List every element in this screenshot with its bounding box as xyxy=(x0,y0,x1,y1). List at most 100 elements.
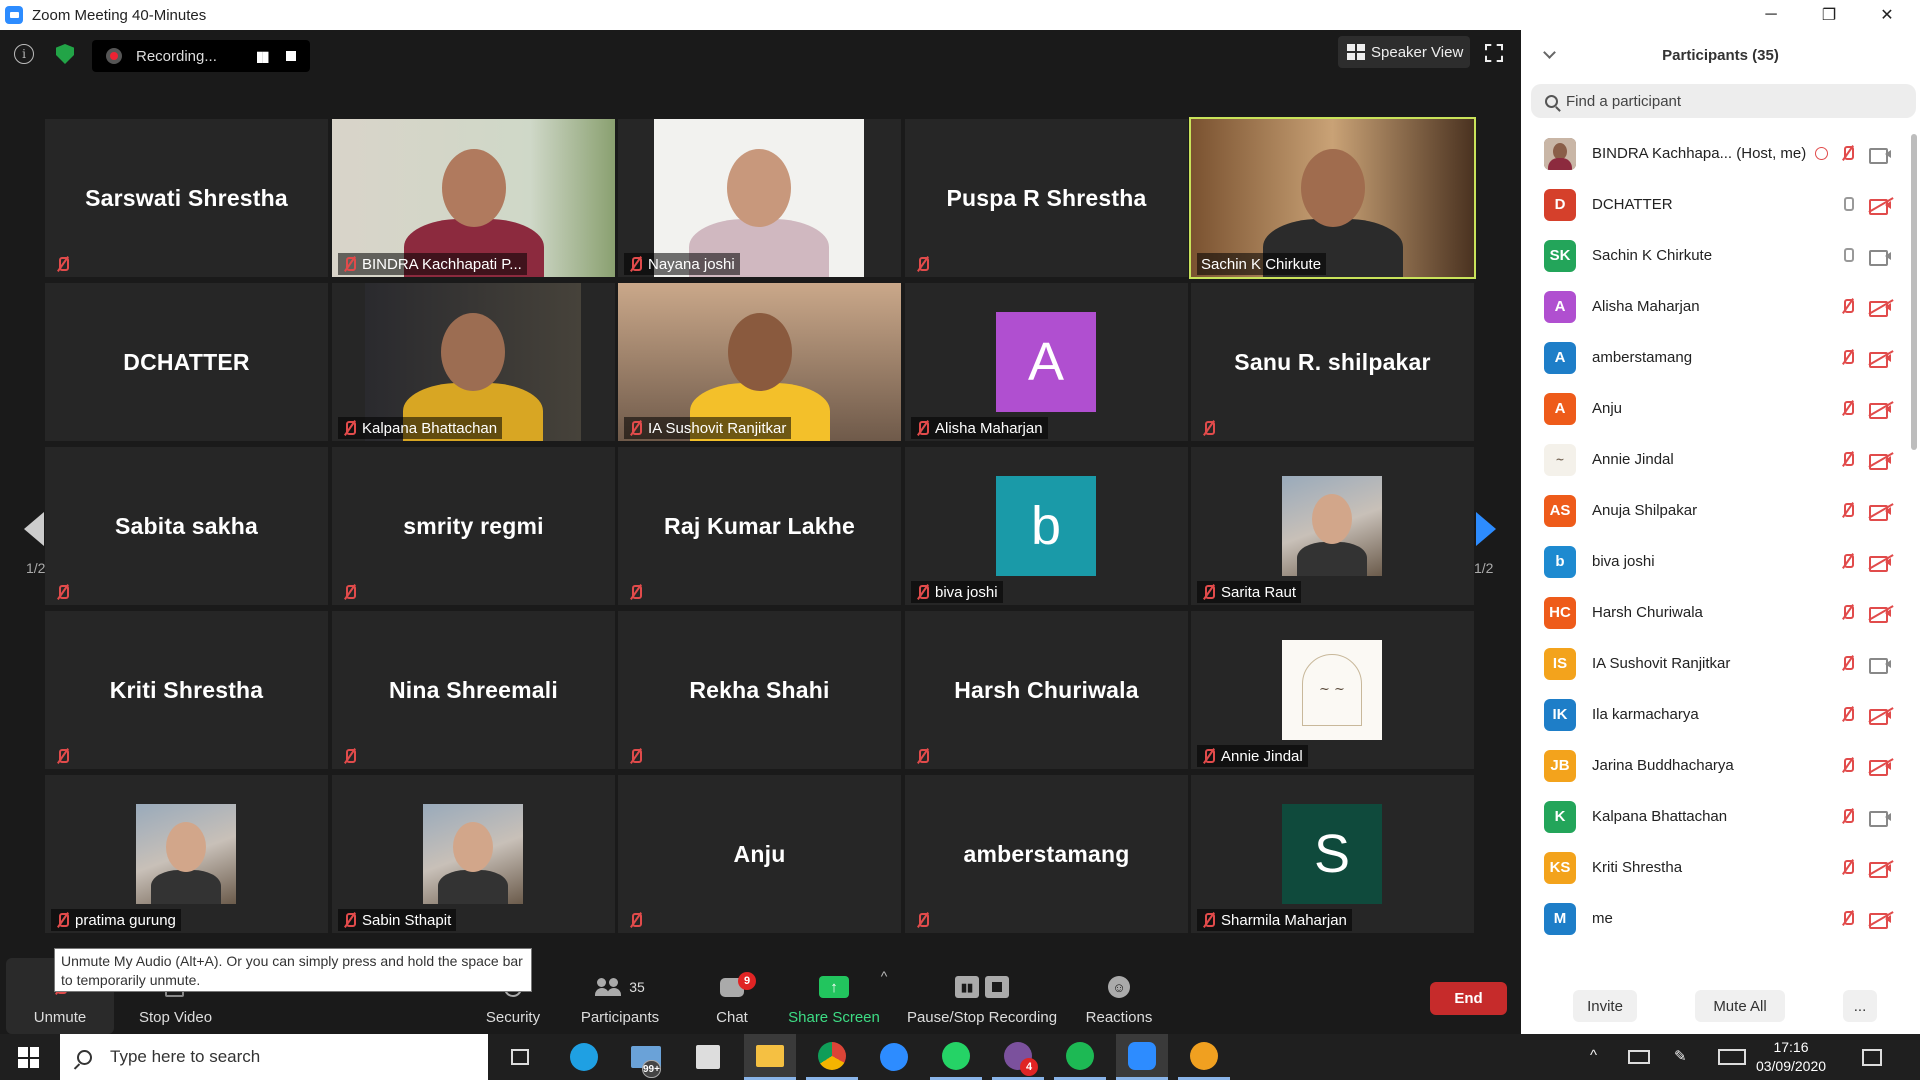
participant-row[interactable]: K Kalpana Bhattachan xyxy=(1521,791,1911,842)
participant-row[interactable]: KS Kriti Shrestha xyxy=(1521,842,1911,893)
video-tile[interactable]: Raj Kumar Lakhe xyxy=(618,447,901,605)
muted-microphone-icon[interactable] xyxy=(1840,604,1854,620)
video-off-icon[interactable] xyxy=(1869,402,1891,419)
pen-icon[interactable]: ✎ xyxy=(1674,1047,1687,1065)
video-tile[interactable]: Harsh Churiwala xyxy=(905,611,1188,769)
muted-microphone-icon[interactable] xyxy=(1840,145,1854,161)
video-tile[interactable]: Nina Shreemali xyxy=(332,611,615,769)
participant-row[interactable]: b biva joshi xyxy=(1521,536,1911,587)
muted-microphone-icon[interactable] xyxy=(1840,859,1854,875)
video-tile[interactable]: Rekha Shahi xyxy=(618,611,901,769)
participant-row[interactable]: JB Jarina Buddhacharya xyxy=(1521,740,1911,791)
video-camera-icon[interactable] xyxy=(1869,810,1891,827)
participant-row[interactable]: A Alisha Maharjan xyxy=(1521,281,1911,332)
microphone-icon[interactable] xyxy=(1840,247,1854,263)
invite-button[interactable]: Invite xyxy=(1573,990,1637,1022)
video-off-icon[interactable] xyxy=(1869,453,1891,470)
video-off-icon[interactable] xyxy=(1869,555,1891,572)
edge-browser-icon[interactable] xyxy=(558,1034,610,1080)
video-tile[interactable]: Puspa R Shrestha xyxy=(905,119,1188,277)
stop-recording-icon[interactable] xyxy=(286,51,296,61)
video-tile[interactable]: Anju xyxy=(618,775,901,933)
task-view-icon[interactable] xyxy=(494,1034,546,1080)
participant-row[interactable]: A Anju xyxy=(1521,383,1911,434)
spotify-icon[interactable] xyxy=(1054,1034,1106,1080)
show-hidden-icons-chevron-icon[interactable]: ^ xyxy=(1590,1047,1597,1064)
participant-row[interactable]: Mme xyxy=(1521,893,1911,944)
chat-button[interactable]: Chat 9 xyxy=(702,958,762,1034)
participant-row[interactable]: D DCHATTER xyxy=(1521,179,1911,230)
previous-page-arrow-icon[interactable] xyxy=(24,512,44,546)
file-explorer-icon[interactable] xyxy=(744,1034,796,1080)
muted-microphone-icon[interactable] xyxy=(1840,502,1854,518)
video-off-icon[interactable] xyxy=(1869,504,1891,521)
muted-microphone-icon[interactable] xyxy=(1840,298,1854,314)
notifications-icon[interactable] xyxy=(1862,1049,1882,1066)
zoom-meeting-taskbar-icon[interactable] xyxy=(1116,1034,1168,1080)
video-tile[interactable]: Sachin K Chirkute xyxy=(1189,117,1476,279)
video-tile[interactable]: Sarita Raut xyxy=(1191,447,1474,605)
muted-microphone-icon[interactable] xyxy=(1840,349,1854,365)
end-meeting-button[interactable]: End xyxy=(1430,982,1507,1015)
video-tile[interactable]: A Alisha Maharjan xyxy=(905,283,1188,441)
participant-search-input[interactable]: Find a participant xyxy=(1531,84,1916,118)
video-off-icon[interactable] xyxy=(1869,606,1891,623)
speaker-view-button[interactable]: Speaker View xyxy=(1338,36,1470,68)
participant-row[interactable]: BINDRA Kachhapa... (Host, me) xyxy=(1521,128,1911,179)
pause-recording-icon[interactable]: ▮▮ xyxy=(256,48,269,65)
video-off-icon[interactable] xyxy=(1869,708,1891,725)
video-off-icon[interactable] xyxy=(1869,300,1891,317)
participant-row[interactable]: IS IA Sushovit Ranjitkar xyxy=(1521,638,1911,689)
video-off-icon[interactable] xyxy=(1869,912,1891,929)
muted-microphone-icon[interactable] xyxy=(1840,910,1854,926)
taskbar-search-box[interactable]: Type here to search xyxy=(60,1034,488,1080)
vpn-shield-icon[interactable] xyxy=(1178,1034,1230,1080)
video-tile[interactable]: IA Sushovit Ranjitkar xyxy=(618,283,901,441)
participant-row[interactable]: ~ Annie Jindal xyxy=(1521,434,1911,485)
windows-start-icon[interactable] xyxy=(18,1047,39,1068)
close-button[interactable]: ✕ xyxy=(1858,0,1916,30)
muted-microphone-icon[interactable] xyxy=(1840,451,1854,467)
video-off-icon[interactable] xyxy=(1869,861,1891,878)
muted-microphone-icon[interactable] xyxy=(1840,757,1854,773)
video-tile[interactable]: Kalpana Bhattachan xyxy=(332,283,615,441)
participant-row[interactable]: HC Harsh Churiwala xyxy=(1521,587,1911,638)
muted-microphone-icon[interactable] xyxy=(1840,400,1854,416)
video-tile[interactable]: b biva joshi xyxy=(905,447,1188,605)
video-tile[interactable]: Sabita sakha xyxy=(45,447,328,605)
share-screen-button[interactable]: ↑ Share Screen xyxy=(784,958,884,1034)
video-tile[interactable]: S Sharmila Maharjan xyxy=(1191,775,1474,933)
video-tile[interactable]: smrity regmi xyxy=(332,447,615,605)
mute-all-button[interactable]: Mute All xyxy=(1695,990,1785,1022)
keyboard-icon[interactable] xyxy=(1718,1049,1746,1065)
pause-stop-recording-button[interactable]: ▮▮ Pause/Stop Recording xyxy=(902,958,1062,1034)
muted-microphone-icon[interactable] xyxy=(1840,808,1854,824)
restore-button[interactable]: ❐ xyxy=(1800,0,1858,30)
whatsapp-icon[interactable] xyxy=(930,1034,982,1080)
muted-microphone-icon[interactable] xyxy=(1840,706,1854,722)
participant-row[interactable]: AS Anuja Shilpakar xyxy=(1521,485,1911,536)
chrome-icon[interactable] xyxy=(806,1034,858,1080)
video-tile[interactable]: Sarswati Shrestha xyxy=(45,119,328,277)
network-icon[interactable] xyxy=(1628,1050,1650,1064)
mail-icon[interactable]: 99+ xyxy=(620,1034,672,1080)
video-tile[interactable]: Sabin Sthapit xyxy=(332,775,615,933)
share-options-chevron-icon[interactable]: ^ xyxy=(872,958,896,1034)
reactions-button[interactable]: ☺ Reactions xyxy=(1074,958,1164,1034)
participant-list-scrollbar[interactable] xyxy=(1910,102,1918,977)
participant-row[interactable]: Aamberstamang xyxy=(1521,332,1911,383)
muted-microphone-icon[interactable] xyxy=(1840,655,1854,671)
video-tile[interactable]: amberstamang xyxy=(905,775,1188,933)
video-off-icon[interactable] xyxy=(1869,198,1891,215)
video-camera-icon[interactable] xyxy=(1869,147,1891,164)
video-tile[interactable]: pratima gurung xyxy=(45,775,328,933)
video-tile[interactable]: Nayana joshi xyxy=(618,119,901,277)
meeting-info-button[interactable]: i xyxy=(14,44,34,64)
more-options-button[interactable]: ... xyxy=(1843,990,1877,1022)
muted-microphone-icon[interactable] xyxy=(1840,553,1854,569)
video-tile[interactable]: Sanu R. shilpakar xyxy=(1191,283,1474,441)
viber-icon[interactable]: 4 xyxy=(992,1034,1044,1080)
encryption-shield-button[interactable] xyxy=(56,44,74,64)
video-camera-icon[interactable] xyxy=(1869,249,1891,266)
video-off-icon[interactable] xyxy=(1869,759,1891,776)
